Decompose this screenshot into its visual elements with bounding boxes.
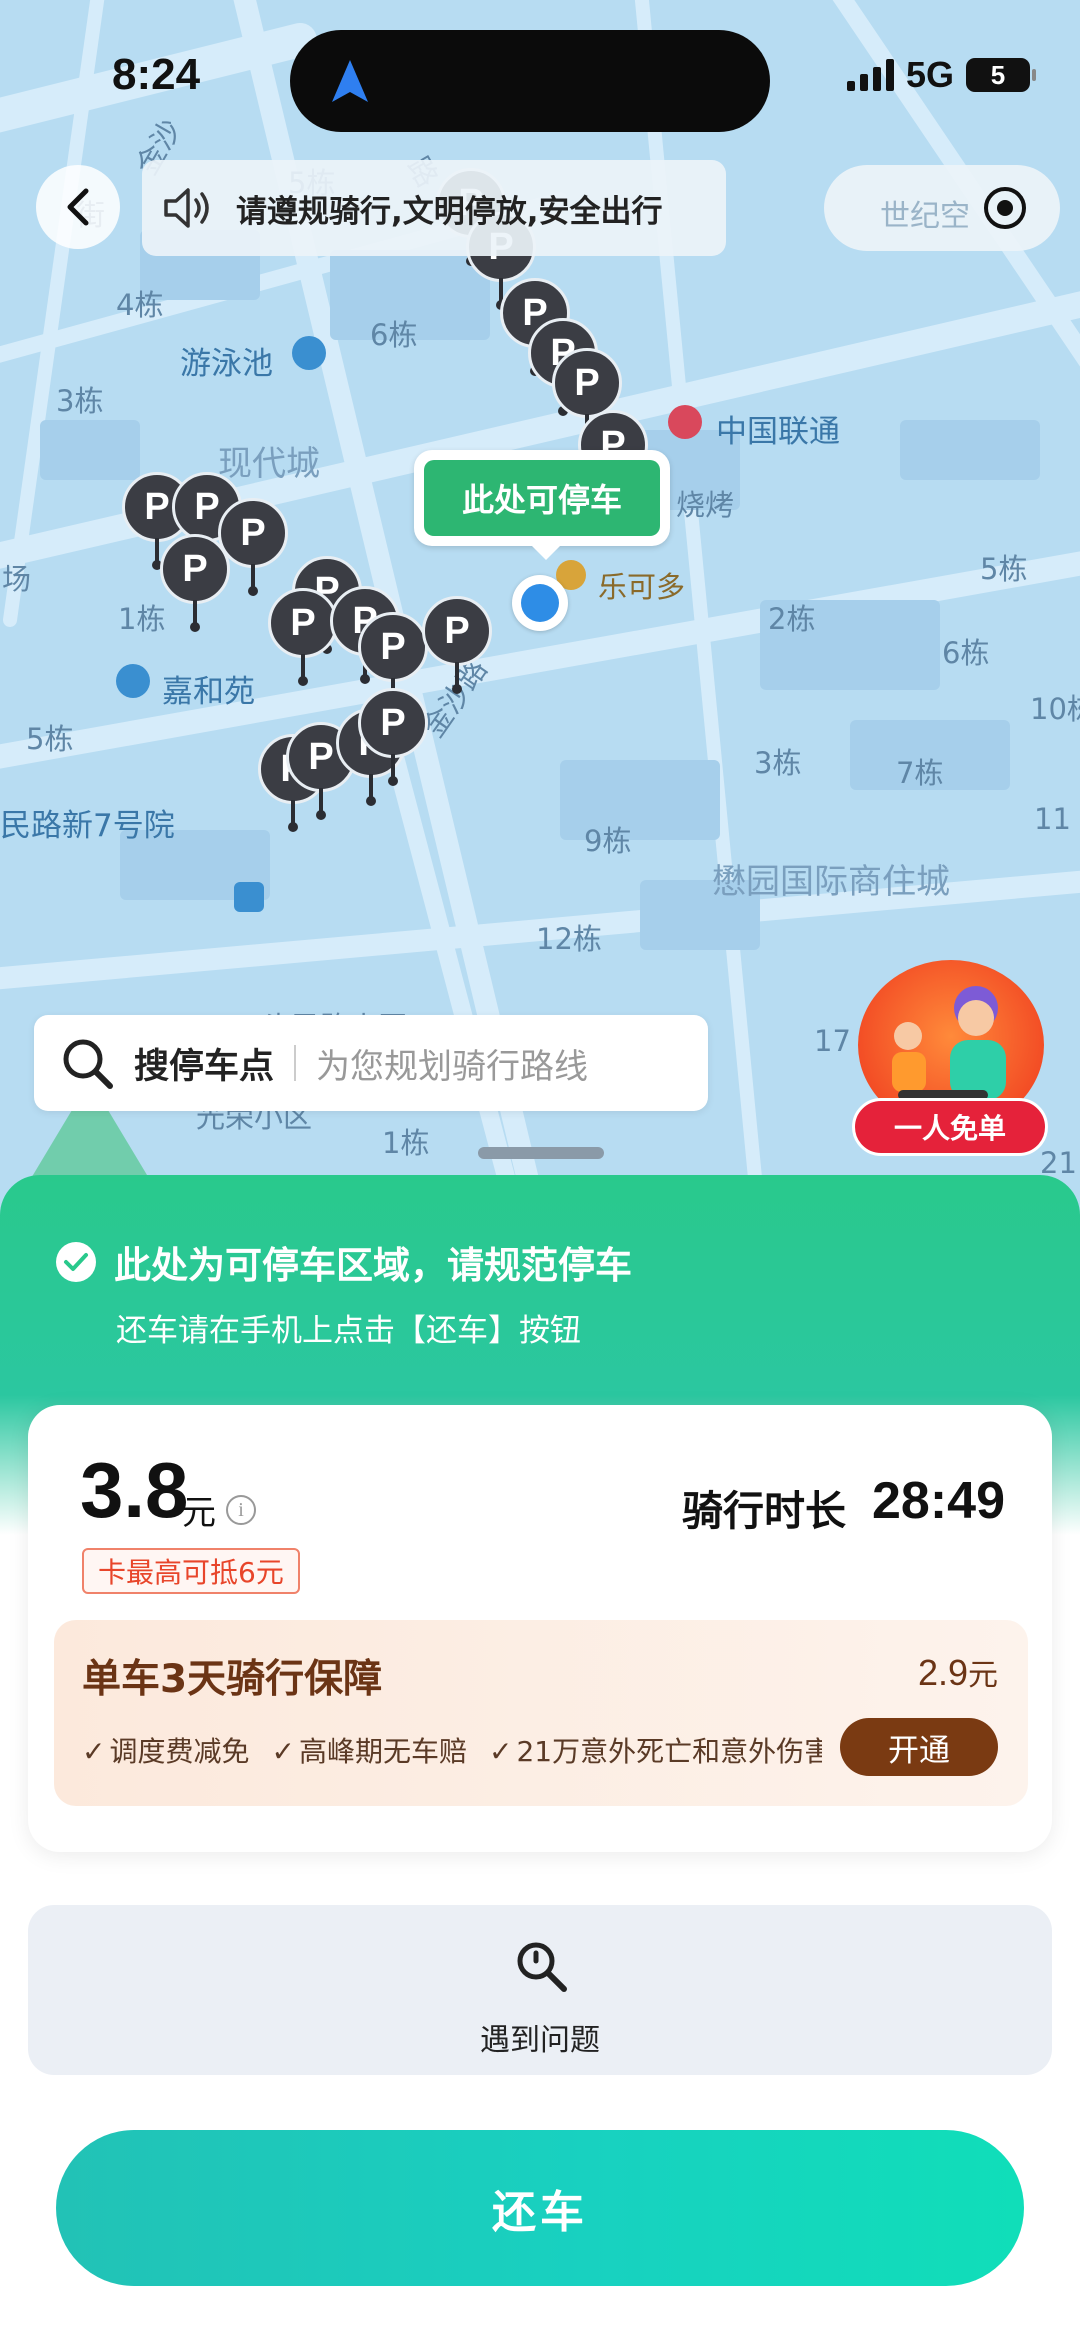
protection-price: 2.9元 <box>918 1650 998 1694</box>
map-label: 中国联通 <box>716 414 840 450</box>
map-label: 场 <box>2 562 32 596</box>
map-label: 6栋 <box>370 318 418 352</box>
protection-price-unit: 元 <box>968 1659 998 1692</box>
locate-hint: 世纪空 <box>880 199 970 234</box>
search-icon <box>63 1039 113 1089</box>
map-label: 游泳池 <box>180 346 273 382</box>
parking-pin[interactable]: P <box>358 688 428 786</box>
home-icon <box>116 664 150 698</box>
parking-pin[interactable]: P <box>268 588 338 686</box>
map-label: 乐可多 <box>598 570 686 604</box>
protection-feature: 高峰期无车赔 <box>271 1730 467 1770</box>
pool-icon <box>292 336 326 370</box>
map-label: 民路新7号院 <box>0 808 175 844</box>
parking-pin-label: P <box>160 534 230 604</box>
ride-duration-label: 骑行时长 <box>682 1487 846 1535</box>
protection-title: 单车3天骑行保障 <box>82 1657 383 1702</box>
bus-stop-icon <box>234 882 264 912</box>
navigation-arrow-icon <box>332 60 368 102</box>
bottom-sheet: 此处为可停车区域，请规范停车 还车请在手机上点击【还车】按钮 3.8 元 i 卡… <box>0 1175 1080 2342</box>
return-bike-button[interactable]: 还车 <box>56 2130 1024 2286</box>
map-view[interactable]: 金沙 街 路 5栋 4栋 6栋 游泳池 3栋 现代城 中国联通 烧烤 乐可多 场… <box>0 0 1080 1230</box>
map-label: 烧烤 <box>676 488 735 522</box>
status-indicators: 5G 5 <box>846 54 1036 96</box>
back-button[interactable] <box>36 165 120 249</box>
promo-tag: 一人免单 <box>852 1098 1048 1156</box>
search-parking-bar[interactable]: 搜停车点 为您规划骑行路线 <box>34 1015 708 1111</box>
parking-pin[interactable]: P <box>422 596 492 694</box>
open-protection-button[interactable]: 开通 <box>840 1718 998 1776</box>
zone-title: 此处为可停车区域，请规范停车 <box>114 1244 632 1287</box>
parking-pin-label: P <box>422 596 492 666</box>
map-label: 2栋 <box>768 602 816 636</box>
fee-card: 3.8 元 i 卡最高可抵6元 骑行时长 28:49 单车3天骑行保障 2.9元… <box>28 1405 1052 1852</box>
user-location-marker <box>512 575 568 631</box>
parking-pin-label: P <box>358 612 428 682</box>
zone-subtitle: 还车请在手机上点击【还车】按钮 <box>116 1313 581 1349</box>
map-label: 1栋 <box>118 602 166 636</box>
parking-pin-label: P <box>358 688 428 758</box>
park-here-tip: 此处可停车 <box>414 450 670 560</box>
fee-unit: 元 <box>182 1493 216 1533</box>
map-label: 6栋 <box>942 636 990 670</box>
park-here-label: 此处可停车 <box>424 460 660 536</box>
map-label: 3栋 <box>754 746 802 780</box>
parking-pin-label: P <box>552 348 622 418</box>
fee-amount: 3.8 <box>80 1446 189 1534</box>
ride-duration-value: 28:49 <box>872 1472 1005 1530</box>
map-label: 17 <box>814 1024 851 1058</box>
map-label: 10栋 <box>1030 692 1080 726</box>
notice-text: 请遵规骑行,文明停放,安全出行 <box>236 193 663 230</box>
info-icon[interactable]: i <box>226 1495 256 1525</box>
map-label: 5栋 <box>26 722 74 756</box>
check-icon <box>56 1242 96 1282</box>
network-label: 5G <box>905 54 954 95</box>
map-label: 嘉和苑 <box>162 674 255 710</box>
protection-feature: 21万意外死亡和意外伤害 <box>489 1730 822 1770</box>
protection-price-value: 2.9 <box>917 1652 968 1693</box>
parking-pin[interactable]: P <box>160 534 230 632</box>
battery-icon: 5 <box>966 58 1036 92</box>
map-label: 1栋 <box>382 1126 430 1160</box>
search-label: 搜停车点 <box>134 1046 275 1087</box>
map-label: 4栋 <box>116 288 164 322</box>
locate-button[interactable]: 世纪空 <box>824 165 1060 251</box>
unicom-icon <box>668 405 702 439</box>
map-label: 9栋 <box>584 824 632 858</box>
dynamic-island <box>290 30 770 132</box>
chevron-left-icon <box>67 188 89 226</box>
parking-pin-label: P <box>268 588 338 658</box>
map-label: 3栋 <box>56 384 104 418</box>
search-divider <box>294 1045 297 1081</box>
ride-protection-card: 单车3天骑行保障 2.9元 调度费减免 高峰期无车赔 21万意外死亡和意外伤害 … <box>54 1620 1028 1806</box>
locate-icon <box>984 187 1026 229</box>
map-label: 12栋 <box>536 922 602 956</box>
map-label: 5栋 <box>980 552 1028 586</box>
status-time: 8:24 <box>112 50 201 99</box>
battery-level: 5 <box>990 59 1006 90</box>
map-label: 11 <box>1034 802 1071 836</box>
map-label: 7栋 <box>896 756 944 790</box>
search-placeholder: 为您规划骑行路线 <box>316 1046 589 1087</box>
wrench-icon <box>517 1942 567 1992</box>
riding-notice: 请遵规骑行,文明停放,安全出行 <box>142 160 726 256</box>
parking-zone-status: 此处为可停车区域，请规范停车 <box>56 1235 632 1289</box>
map-label: 懋园国际商住城 <box>712 862 950 902</box>
protection-feature: 调度费减免 <box>82 1730 249 1770</box>
speaker-icon <box>164 188 209 228</box>
protection-features: 调度费减免 高峰期无车赔 21万意外死亡和意外伤害 <box>82 1730 822 1770</box>
report-problem-button[interactable]: 遇到问题 <box>28 1905 1052 2075</box>
report-problem-label: 遇到问题 <box>480 2023 600 2058</box>
signal-icon <box>846 59 894 91</box>
sheet-drag-handle[interactable] <box>478 1147 604 1159</box>
card-discount-badge: 卡最高可抵6元 <box>82 1548 300 1594</box>
promo-free-ride[interactable]: 一人免单 <box>852 960 1048 1165</box>
